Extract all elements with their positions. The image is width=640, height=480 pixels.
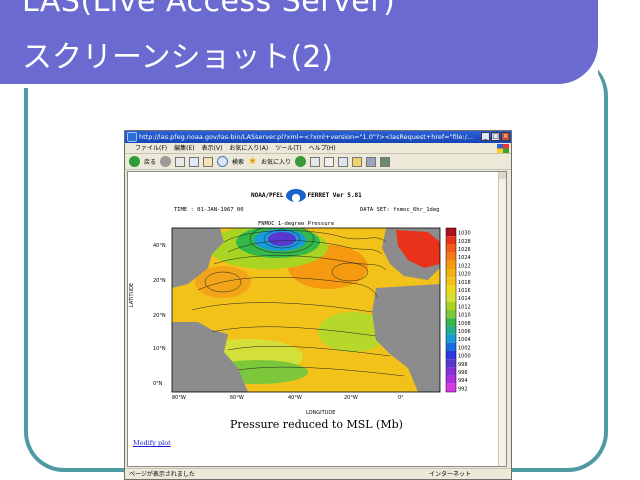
colorbar-tick-label: 1006 bbox=[458, 329, 471, 335]
field-low-center bbox=[268, 232, 296, 246]
search-button-label[interactable]: 検索 bbox=[232, 157, 244, 166]
slide-title-line2: スクリーンショット(2) bbox=[22, 40, 333, 75]
colorbar-tick-label: 1020 bbox=[458, 272, 471, 278]
x-tick-label: 80°W bbox=[172, 395, 186, 401]
y-tick-label: 0°N bbox=[153, 381, 163, 387]
menu-favorites[interactable]: お気に入り(A) bbox=[229, 143, 268, 153]
colorbar-tick-label: 994 bbox=[458, 378, 468, 384]
modify-plot-link[interactable]: Modify plot bbox=[133, 439, 171, 447]
y-tick-label: 20°N bbox=[153, 313, 166, 319]
search-icon[interactable] bbox=[217, 156, 229, 167]
y-tick-label: 40°N bbox=[153, 243, 166, 249]
back-button-label[interactable]: 戻る bbox=[144, 157, 156, 166]
colorbar-tick-label: 1004 bbox=[458, 337, 471, 343]
menu-edit[interactable]: 編集(E) bbox=[174, 143, 194, 153]
browser-toolbar: 戻る 検索 ★ お気に入り bbox=[125, 154, 511, 170]
slide-title-line1: LAS(Live Access Server) bbox=[22, 0, 396, 19]
colorbar-tick-label: 1024 bbox=[458, 255, 471, 261]
stop-icon[interactable] bbox=[175, 156, 186, 167]
x-tick-label: 0° bbox=[398, 395, 404, 401]
close-button[interactable]: × bbox=[501, 132, 510, 141]
colorbar-tick-label: 1008 bbox=[458, 321, 471, 327]
colorbar-tick-label: 1002 bbox=[458, 345, 471, 351]
colorbar bbox=[445, 227, 457, 393]
colorbar-tick-label: 1014 bbox=[458, 296, 471, 302]
y-axis-ticks: 40°N 20°N 20°N 10°N 0°N bbox=[153, 243, 166, 387]
colorbar-tick-label: 1026 bbox=[458, 247, 471, 253]
window-title: http://las.pfeg.noaa.gov/las-bin/LASserv… bbox=[139, 133, 474, 141]
x-tick-label: 40°W bbox=[288, 395, 302, 401]
plot-caption: Pressure reduced to MSL (Mb) bbox=[230, 418, 403, 431]
print-icon[interactable] bbox=[324, 156, 335, 167]
back-arrow-icon[interactable] bbox=[129, 156, 140, 167]
minimize-button[interactable]: _ bbox=[481, 132, 490, 141]
favorites-button-label[interactable]: お気に入り bbox=[261, 157, 291, 166]
x-tick-label: 20°W bbox=[344, 395, 358, 401]
slide-title-underline bbox=[24, 86, 594, 88]
menu-help[interactable]: ヘルプ(H) bbox=[309, 143, 336, 153]
colorbar-tick-label: 1028 bbox=[458, 239, 471, 245]
browser-window: http://las.pfeg.noaa.gov/las-bin/LASserv… bbox=[124, 130, 512, 480]
colorbar-tick-label: 1012 bbox=[458, 304, 471, 310]
vertical-scrollbar[interactable] bbox=[498, 172, 506, 466]
forward-arrow-icon[interactable] bbox=[160, 156, 172, 167]
history-icon[interactable] bbox=[295, 156, 307, 167]
colorbar-tick-label: 1016 bbox=[458, 288, 471, 294]
colorbar-tick-label: 998 bbox=[458, 362, 468, 368]
browser-titlebar[interactable]: http://las.pfeg.noaa.gov/las-bin/LASserv… bbox=[125, 131, 511, 143]
ie-icon bbox=[127, 132, 137, 142]
menu-tools[interactable]: ツール(T) bbox=[275, 143, 301, 153]
colorbar-tick-label: 992 bbox=[458, 386, 468, 392]
colorbar-tick-label: 1000 bbox=[458, 354, 471, 360]
messenger-icon[interactable] bbox=[366, 156, 377, 167]
y-tick-label: 20°N bbox=[153, 278, 166, 284]
menu-file[interactable]: ファイル(F) bbox=[135, 143, 167, 153]
menu-bar: ファイル(F) 編集(E) 表示(V) お気に入り(A) ツール(T) ヘルプ(… bbox=[125, 143, 511, 154]
mail-icon[interactable] bbox=[310, 156, 321, 167]
page-content: NOAA/PFEL FERRET Ver 5.81 TIME : 01-JAN-1… bbox=[127, 171, 507, 467]
status-bar: ページが表示されました インターネット bbox=[125, 468, 511, 480]
maximize-button[interactable]: □ bbox=[491, 132, 500, 141]
y-tick-label: 10°N bbox=[153, 346, 166, 352]
slide-header: LAS(Live Access Server) スクリーンショット(2) bbox=[0, 0, 598, 84]
x-axis-label: LONGITUDE bbox=[306, 410, 336, 416]
menu-view[interactable]: 表示(V) bbox=[202, 143, 223, 153]
home-icon[interactable] bbox=[203, 156, 214, 167]
colorbar-tick-label: 1018 bbox=[458, 280, 471, 286]
x-axis-ticks: 80°W 60°W 40°W 20°W 0° bbox=[172, 395, 404, 401]
tools-icon[interactable] bbox=[380, 156, 391, 167]
refresh-icon[interactable] bbox=[189, 156, 200, 167]
colorbar-tick-label: 1010 bbox=[458, 313, 471, 319]
scroll-up-arrow[interactable] bbox=[499, 172, 506, 179]
colorbar-ticks: 1030 1028 1026 1024 1022 1020 1018 1016 1014 1012… bbox=[458, 231, 471, 393]
status-text: ページが表示されました bbox=[129, 471, 195, 478]
colorbar-tick-label: 1022 bbox=[458, 263, 471, 269]
favorites-star-icon[interactable]: ★ bbox=[248, 156, 257, 167]
window-controls: _ □ × bbox=[481, 132, 510, 141]
windows-logo-icon bbox=[497, 144, 509, 153]
zone-text: インターネット bbox=[429, 471, 472, 478]
edit-icon[interactable] bbox=[338, 156, 349, 167]
folder-icon[interactable] bbox=[352, 156, 363, 167]
y-axis-label: LATITUDE bbox=[129, 282, 135, 307]
colorbar-tick-label: 1030 bbox=[458, 231, 471, 237]
x-tick-label: 60°W bbox=[230, 395, 244, 401]
colorbar-tick-label: 996 bbox=[458, 370, 468, 376]
